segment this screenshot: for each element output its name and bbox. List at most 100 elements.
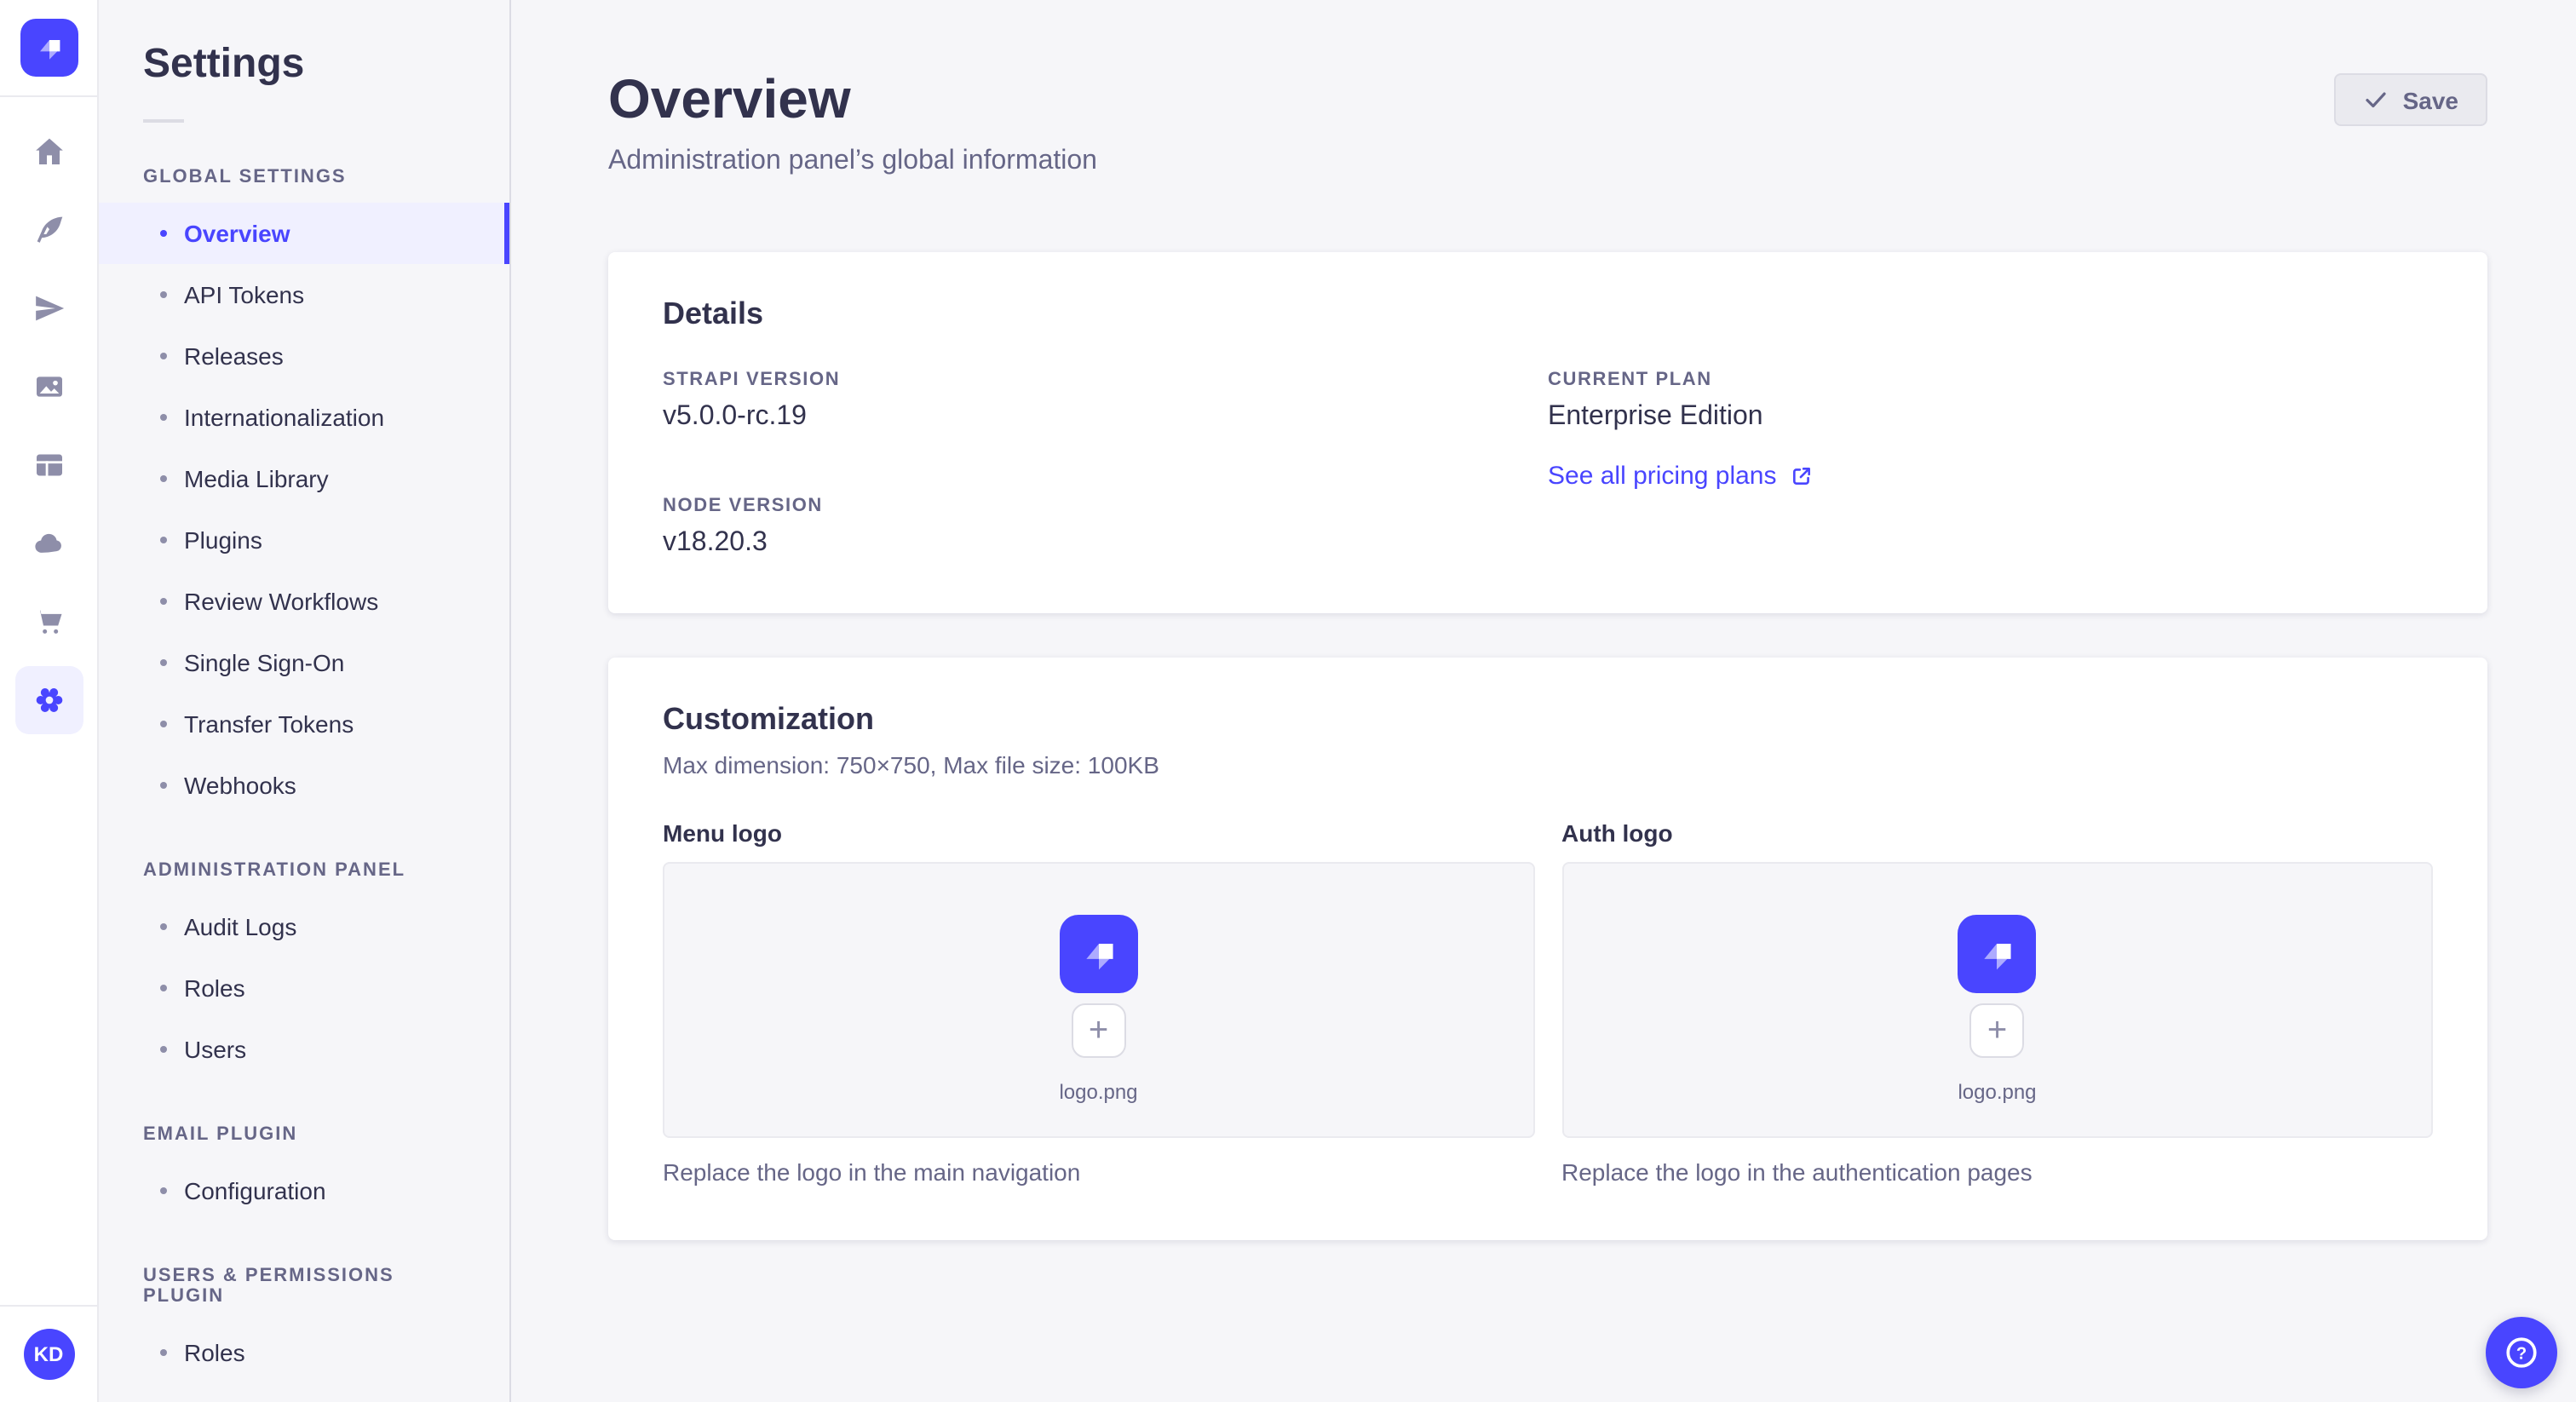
bullet-dot	[160, 475, 167, 482]
page-subtitle: Administration panel’s global informatio…	[608, 147, 1097, 175]
sidebar-item-up-roles[interactable]: Roles	[99, 1322, 509, 1383]
marketplace-cart-icon	[36, 610, 61, 634]
menu-logo-label: Menu logo	[663, 819, 782, 847]
rail-item-marketplace[interactable]	[14, 588, 83, 656]
sidebar-item-internationalization[interactable]: Internationalization	[99, 387, 509, 448]
rail-item-content-manager[interactable]	[14, 431, 83, 499]
bullet-dot	[160, 414, 167, 421]
sidebar-title: Settings	[143, 41, 305, 87]
rail-item-releases[interactable]	[14, 274, 83, 342]
sidebar-item-label: Internationalization	[184, 404, 385, 431]
rail-item-settings[interactable]	[14, 666, 83, 734]
icon-rail: KD	[0, 0, 99, 1402]
sidebar-item-admin-users[interactable]: Users	[99, 1019, 509, 1080]
sidebar-item-media-library[interactable]: Media Library	[99, 448, 509, 509]
content-type-builder-icon	[36, 216, 62, 243]
sidebar-item-transfer-tokens[interactable]: Transfer Tokens	[99, 693, 509, 755]
sidebar-item-releases[interactable]: Releases	[99, 325, 509, 387]
external-link-icon	[1792, 468, 1810, 485]
sidebar-item-single-sign-on[interactable]: Single Sign-On	[99, 632, 509, 693]
user-avatar[interactable]: KD	[23, 1329, 74, 1380]
bullet-dot	[160, 598, 167, 605]
sidebar-item-webhooks[interactable]: Webhooks	[99, 755, 509, 816]
pricing-plans-link-label: See all pricing plans	[1548, 462, 1777, 491]
menu-logo-add-button[interactable]: +	[1071, 1003, 1126, 1057]
bullet-dot	[160, 782, 167, 789]
auth-logo-upload-box: + logo.png	[1561, 862, 2433, 1138]
auth-logo-block: Auth logo + logo.png Replace the logo in…	[1561, 819, 2433, 1186]
sidebar-item-label: Overview	[184, 220, 290, 247]
customization-card-subtitle: Max dimension: 750×750, Max file size: 1…	[663, 751, 1159, 779]
bullet-dot	[160, 923, 167, 930]
rail-bottom: KD	[0, 1305, 97, 1402]
details-grid: STRAPI VERSION v5.0.0-rc.19 NODE VERSION…	[663, 370, 2433, 559]
settings-gear-icon	[35, 688, 62, 712]
strapi-logo-icon	[39, 40, 60, 60]
auth-logo-filename: logo.png	[1958, 1079, 2037, 1103]
sidebar-item-audit-logs[interactable]: Audit Logs	[99, 896, 509, 957]
sidebar-item-plugins[interactable]: Plugins	[99, 509, 509, 571]
sidebar-item-label: Releases	[184, 342, 284, 370]
save-button[interactable]: Save	[2334, 73, 2487, 126]
bullet-dot	[160, 353, 167, 359]
section-header-administration-panel: ADMINISTRATION PANEL	[143, 860, 406, 881]
bullet-dot	[160, 985, 167, 991]
strapi-logo-icon	[1984, 943, 2012, 969]
strapi-version-label: STRAPI VERSION	[663, 370, 841, 390]
menu-logo-filename: logo.png	[1059, 1079, 1138, 1103]
save-button-label: Save	[2402, 86, 2458, 113]
sidebar-item-label: Configuration	[184, 1177, 326, 1204]
home-icon	[35, 138, 62, 164]
sidebar-item-review-workflows[interactable]: Review Workflows	[99, 571, 509, 632]
sidebar-item-label: Single Sign-On	[184, 649, 345, 676]
section-header-email-plugin: EMAIL PLUGIN	[143, 1124, 298, 1145]
strapi-admin-app: KD Settings GLOBAL SETTINGS Overview API…	[0, 0, 2576, 1402]
auth-logo-add-button[interactable]: +	[1969, 1003, 2025, 1057]
sidebar-title-rule	[143, 119, 184, 123]
sidebar-item-overview[interactable]: Overview	[99, 203, 509, 264]
section-header-global-settings: GLOBAL SETTINGS	[143, 167, 347, 187]
current-plan-value: Enterprise Edition	[1548, 402, 1763, 431]
check-icon	[2366, 92, 2387, 108]
rail-item-content-type-builder[interactable]	[14, 196, 83, 264]
cloud-icon	[34, 533, 60, 553]
menu-logo-block: Menu logo + logo.png Replace the logo in…	[663, 819, 1534, 1186]
rail-item-cloud[interactable]	[14, 509, 83, 577]
strapi-version-value: v5.0.0-rc.19	[663, 402, 807, 431]
sidebar-item-label: Plugins	[184, 526, 262, 554]
page-header: Overview Administration panel’s global i…	[608, 68, 2487, 177]
current-plan-field: CURRENT PLAN Enterprise Edition	[1548, 370, 2433, 433]
bullet-dot	[160, 1046, 167, 1053]
sidebar-item-label: API Tokens	[184, 281, 305, 308]
details-card-title: Details	[663, 296, 764, 330]
sidebar-item-email-configuration[interactable]: Configuration	[99, 1160, 509, 1221]
node-version-value: v18.20.3	[663, 528, 768, 557]
help-button[interactable]: ?	[2486, 1317, 2557, 1388]
sidebar-item-api-tokens[interactable]: API Tokens	[99, 264, 509, 325]
content-manager-icon	[36, 454, 61, 476]
pricing-plans-link[interactable]: See all pricing plans	[1548, 462, 1813, 491]
auth-logo-label: Auth logo	[1561, 819, 1673, 847]
sidebar-item-label: Media Library	[184, 465, 329, 492]
sidebar-item-label: Audit Logs	[184, 913, 297, 940]
media-library-icon	[36, 376, 61, 397]
section-header-users-permissions-plugin: USERS & PERMISSIONS PLUGIN	[143, 1266, 394, 1307]
svg-text:?: ?	[2516, 1344, 2527, 1363]
strapi-version-field: STRAPI VERSION v5.0.0-rc.19	[663, 370, 1548, 433]
rail-item-home[interactable]	[14, 118, 83, 186]
sidebar-item-label: Roles	[184, 1339, 245, 1366]
rail-bottom-divider	[0, 1305, 97, 1307]
bullet-dot	[160, 537, 167, 543]
sidebar-item-admin-roles[interactable]: Roles	[99, 957, 509, 1019]
auth-logo-preview	[1958, 914, 2037, 992]
strapi-logo-icon	[1085, 943, 1113, 969]
details-card: Details STRAPI VERSION v5.0.0-rc.19 NODE…	[608, 252, 2487, 613]
strapi-logo[interactable]	[20, 19, 78, 77]
bullet-dot	[160, 659, 167, 666]
sidebar-item-label: Users	[184, 1036, 247, 1063]
bullet-dot	[160, 721, 167, 727]
sidebar-item-up-providers[interactable]: Providers	[99, 1383, 509, 1402]
rail-item-media-library[interactable]	[14, 353, 83, 421]
sidebar-item-label: Review Workflows	[184, 588, 379, 615]
menu-logo-preview	[1059, 914, 1138, 992]
